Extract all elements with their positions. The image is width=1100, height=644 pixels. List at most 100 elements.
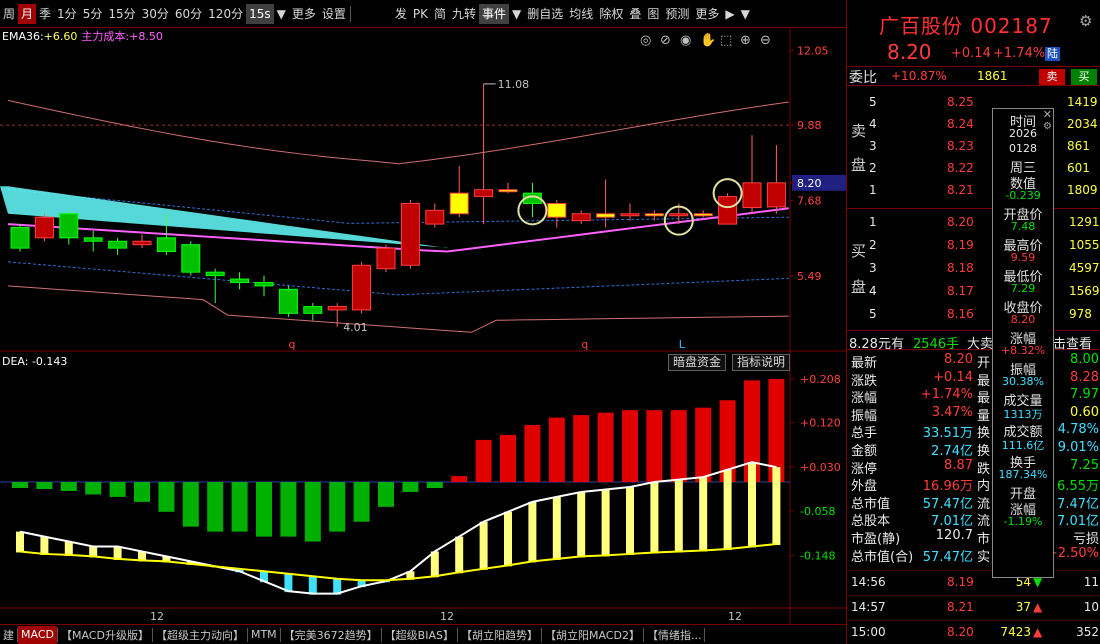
price-change-pct: +1.74% (993, 46, 1046, 61)
buy-button[interactable]: 买 (1071, 69, 1097, 85)
tool-2[interactable]: 简 (431, 4, 449, 24)
tool-0[interactable]: 发 (392, 4, 410, 24)
tool-3[interactable]: 九转 (449, 4, 479, 24)
stat-label: 总股本 (851, 514, 891, 530)
weibi-value: +10.87% (891, 69, 947, 83)
macd-bar (12, 482, 28, 488)
tool-9[interactable]: 叠 (626, 4, 644, 24)
gear-icon[interactable]: ⚙ (1079, 12, 1092, 30)
period-7[interactable]: 60分 (172, 4, 205, 24)
period-1[interactable]: 月 (18, 3, 37, 24)
tab-9[interactable]: 【情绪指... (644, 626, 705, 644)
toolbar-divider (349, 5, 351, 22)
stat-value: 16.96万 (922, 479, 973, 495)
order-volume: 1055 (1069, 238, 1100, 252)
sell-side-label: 盘 (851, 156, 867, 174)
buy-order-row[interactable]: 3 8.18 4597 (847, 258, 1100, 279)
stat-value-right: 7.01亿 (1057, 514, 1099, 530)
tool-6[interactable]: 删自选 (524, 4, 566, 24)
x-axis-label: 12 (440, 610, 454, 623)
chart-area[interactable]: 11.08 4.01 q q L EMA36:+6.60 主力成本:+8.50 ◎ ⊘ ◉ ✋ ⬚ ⊕ ⊖… (0, 28, 846, 624)
tab-8[interactable]: 【胡立阳MACD2】 (542, 626, 643, 644)
big-order-bar[interactable]: 8.28元有 2546手 大卖单 击查看 (847, 330, 1100, 352)
weibi-label: 委比 (849, 70, 877, 86)
tool-4[interactable]: 事件 (479, 3, 510, 24)
chart-tool-icon[interactable]: ⊘ (660, 33, 671, 48)
tool-10[interactable]: 图 (644, 4, 662, 24)
period-10[interactable]: ▼ (274, 4, 289, 24)
sell-order-row[interactable]: 1 8.21 1809 (847, 180, 1100, 201)
dif-bar (16, 531, 24, 553)
stat-row: 总股本 7.01亿流 7.01亿 (847, 510, 1100, 530)
order-price: 8.22 (947, 161, 974, 175)
sell-order-row[interactable]: 4 8.24 2034 (847, 114, 1100, 135)
period-8[interactable]: 120分 (205, 4, 246, 24)
stat-value: 3.47% (931, 404, 973, 420)
stat-value: 8.87 (944, 457, 973, 473)
tool-7[interactable]: 均线 (566, 4, 596, 24)
stat-label-right: 最 (977, 373, 991, 389)
stat-value-right: +2.50% (1046, 545, 1099, 561)
period-3[interactable]: 1分 (54, 4, 80, 24)
sell-order-row[interactable]: 2 8.22 601 (847, 158, 1100, 179)
chart-tool-icon[interactable]: ⬚ (720, 33, 732, 48)
tab-4[interactable]: MTM (248, 626, 280, 644)
candle (108, 240, 128, 249)
chart-tool-icon[interactable]: ◉ (680, 33, 691, 48)
popup-value: 187.34% (998, 468, 1048, 481)
tab-1[interactable]: MACD (18, 625, 57, 644)
period-0[interactable]: 周 (0, 4, 18, 24)
tab-7[interactable]: 【胡立阳趋势】 (458, 626, 541, 644)
tick-count: 10 (1083, 600, 1099, 614)
stat-label: 涨跌 (851, 373, 878, 389)
tool-8[interactable]: 除权 (596, 4, 626, 24)
macd-bar (670, 410, 687, 483)
period-4[interactable]: 5分 (80, 4, 106, 24)
tool-14[interactable]: ▼ (738, 4, 753, 24)
dark-pool-button[interactable]: 暗盘资金 (668, 354, 727, 371)
sell-order-row[interactable]: 5 8.25 1419 (847, 92, 1100, 113)
tool-11[interactable]: 预测 (662, 4, 692, 24)
tab-0[interactable]: 建 (0, 626, 17, 644)
buy-order-row[interactable]: 2 8.19 1055 (847, 235, 1100, 256)
period-11[interactable]: 更多 (289, 4, 319, 24)
cost-value: +8.50 (129, 30, 163, 43)
tool-1[interactable]: PK (410, 4, 431, 24)
indicator-help-button[interactable]: 指标说明 (732, 354, 791, 371)
macd-bar (329, 482, 346, 532)
order-price: 8.16 (947, 307, 974, 321)
macd-bar (304, 482, 321, 542)
period-12[interactable]: 设置 (319, 4, 349, 24)
chart-tool-icon[interactable]: ✋ (700, 32, 716, 48)
tab-3[interactable]: 【超级主力动向】 (153, 626, 247, 644)
tool-12[interactable]: 更多 (692, 4, 722, 24)
buy-order-row[interactable]: 5 8.16 978 (847, 304, 1100, 325)
macd-bar (60, 482, 77, 491)
candle (230, 278, 250, 283)
candle (327, 306, 347, 311)
buy-order-row[interactable]: 1 8.20 1291 (847, 212, 1100, 233)
chart-tool-icon[interactable]: ⊕ (740, 33, 751, 48)
lower-band-line (7, 285, 789, 333)
chart-tool-icon[interactable]: ⊖ (760, 33, 771, 48)
sell-order-row[interactable]: 3 8.23 861 (847, 136, 1100, 157)
sell-button[interactable]: 卖 (1039, 69, 1065, 85)
tool-5[interactable]: ▼ (509, 4, 524, 24)
period-2[interactable]: 季 (36, 4, 54, 24)
candle (205, 271, 225, 277)
signal-mark: q (581, 338, 588, 351)
tab-6[interactable]: 【超级BIAS】 (382, 626, 457, 644)
chart-tool-icon[interactable]: ◎ (640, 33, 651, 48)
period-6[interactable]: 30分 (139, 4, 172, 24)
order-volume: 4597 (1069, 261, 1100, 275)
period-5[interactable]: 15分 (105, 4, 138, 24)
big-order-link[interactable]: 击查看 (1053, 333, 1092, 352)
tab-2[interactable]: 【MACD升级版】 (58, 626, 152, 644)
period-9[interactable]: 15s (246, 3, 274, 24)
tool-13[interactable]: ▶ (722, 4, 737, 24)
buy-order-row[interactable]: 4 8.17 1569 (847, 281, 1100, 302)
tab-5[interactable]: 【完美3672趋势】 (281, 626, 381, 644)
order-level: 2 (869, 161, 877, 175)
stat-value: 7.01亿 (931, 514, 973, 530)
kline-chart[interactable]: 11.08 4.01 q q L EMA36:+6.60 主力成本:+8.50 ◎ ⊘ ◉ ✋ ⬚ ⊕ ⊖… (0, 28, 846, 624)
